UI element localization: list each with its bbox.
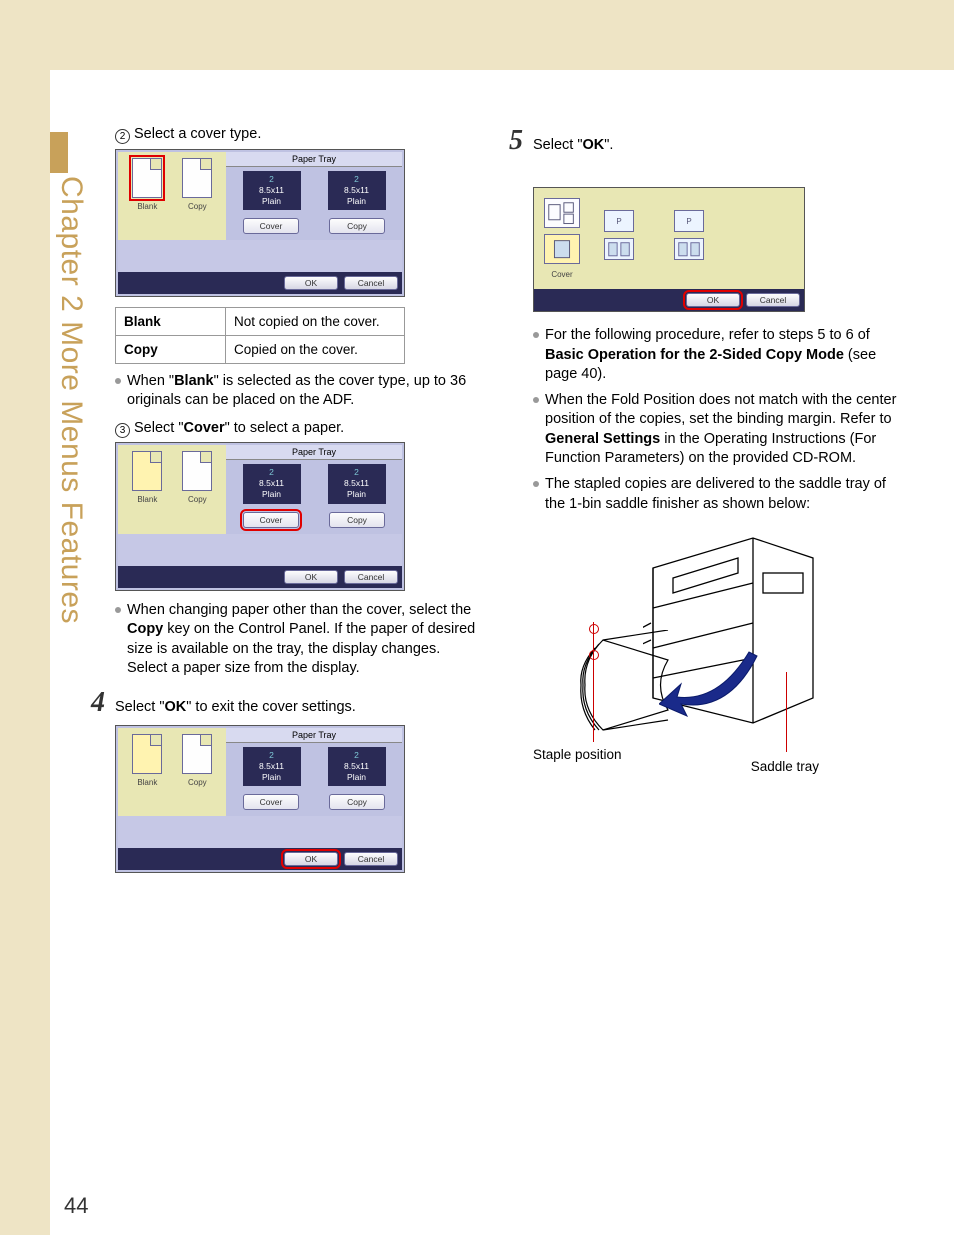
layout-option-2[interactable]: P	[674, 210, 704, 260]
table-row: CopyCopied on the cover.	[116, 335, 405, 363]
lcd-screenshot-cover-type: Blank Copy Paper Tray 28.5x11Plain 28.5x…	[115, 149, 405, 297]
page: Chapter 2 More Menus Features 2 Select a …	[50, 70, 954, 1235]
step-5: 5 Select "OK".	[533, 125, 905, 157]
cover-selected[interactable]	[544, 234, 580, 264]
content-columns: 2 Select a cover type. Blank Copy	[115, 125, 905, 883]
staple-callout-line	[593, 622, 594, 742]
tray-1[interactable]: 28.5x11Plain	[243, 171, 301, 210]
bullet-icon	[533, 332, 539, 338]
step-number-5: 5	[499, 125, 523, 157]
tray-1[interactable]: 28.5x11Plain	[243, 464, 301, 503]
blank-option[interactable]	[132, 734, 162, 774]
copy-label: Copy	[188, 202, 207, 211]
cell-copy: Copy	[116, 335, 226, 363]
ok-button[interactable]: OK	[686, 293, 740, 307]
ok-button[interactable]: OK	[284, 276, 338, 290]
cover-mode-button[interactable]: Cover	[243, 512, 299, 528]
table-row: BlankNot copied on the cover.	[116, 307, 405, 335]
paper-tray-title: Paper Tray	[226, 728, 402, 743]
step-number-4: 4	[81, 687, 105, 719]
tray-2[interactable]: 28.5x11Plain	[328, 171, 386, 210]
copy-label: Copy	[188, 778, 207, 787]
note-stapled-copies: The stapled copies are delivered to the …	[533, 475, 905, 514]
chapter-title: Chapter 2 More Menus Features	[54, 176, 88, 624]
saddle-callout-line	[786, 672, 787, 752]
circled-3: 3	[115, 423, 130, 438]
right-column: 5 Select "OK". Cover	[533, 125, 905, 883]
staple-position-label: Staple position	[533, 747, 622, 762]
cell-copy-desc: Copied on the cover.	[226, 335, 405, 363]
note-refer-steps: For the following procedure, refer to st…	[533, 326, 905, 385]
bullet-icon	[533, 481, 539, 487]
layout-option-1[interactable]: P	[604, 210, 634, 260]
copy-option[interactable]	[182, 158, 212, 198]
lcd-screenshot-select-cover: Blank Copy Paper Tray 28.5x11Plain 28.5x…	[115, 442, 405, 590]
cancel-button[interactable]: Cancel	[344, 276, 398, 290]
blank-label: Blank	[137, 495, 157, 504]
copy-option[interactable]	[182, 451, 212, 491]
cover-type-table: BlankNot copied on the cover. CopyCopied…	[115, 307, 405, 364]
blank-option[interactable]	[132, 158, 162, 198]
copy-mode-button[interactable]: Copy	[329, 794, 385, 810]
side-accent	[50, 132, 68, 173]
saddle-tray-label: Saddle tray	[751, 759, 819, 774]
note-blank-36: When "Blank" is selected as the cover ty…	[115, 372, 487, 411]
page-number: 44	[64, 1193, 88, 1219]
delivery-arrow-icon	[659, 642, 759, 722]
cancel-button[interactable]: Cancel	[344, 852, 398, 866]
paper-tray-title: Paper Tray	[226, 445, 402, 460]
cover-mode-button[interactable]: Cover	[243, 218, 299, 234]
note-fold-position: When the Fold Position does not match wi…	[533, 391, 905, 469]
copy-mode-button[interactable]: Copy	[329, 512, 385, 528]
substep-3: 3Select "Cover" to select a paper.	[115, 419, 487, 439]
cancel-button[interactable]: Cancel	[746, 293, 800, 307]
copy-label: Copy	[188, 495, 207, 504]
tray-2[interactable]: 28.5x11Plain	[328, 464, 386, 503]
step-4: 4 Select "OK" to exit the cover settings…	[115, 687, 487, 719]
saddle-finisher-illustration: Staple position Saddle tray	[533, 522, 843, 782]
paper-tray-title: Paper Tray	[226, 152, 402, 167]
copy-mode-button[interactable]: Copy	[329, 218, 385, 234]
ok-button[interactable]: OK	[284, 570, 338, 584]
cover-label: Cover	[544, 270, 580, 279]
bullet-icon	[115, 607, 121, 613]
blank-option[interactable]	[132, 451, 162, 491]
left-column: 2 Select a cover type. Blank Copy	[115, 125, 487, 883]
ok-button[interactable]: OK	[284, 852, 338, 866]
copy-option[interactable]	[182, 734, 212, 774]
blank-label: Blank	[137, 202, 157, 211]
orig-mode-icon[interactable]	[544, 198, 580, 228]
blank-label: Blank	[137, 778, 157, 787]
cell-blank-desc: Not copied on the cover.	[226, 307, 405, 335]
substep-2: 2 Select a cover type.	[115, 125, 487, 145]
note-change-paper: When changing paper other than the cover…	[115, 601, 487, 679]
circled-2: 2	[115, 129, 130, 144]
lcd-screenshot-step5: Cover P P OK Cancel	[533, 187, 805, 312]
cell-blank: Blank	[116, 307, 226, 335]
tray-2[interactable]: 28.5x11Plain	[328, 747, 386, 786]
cancel-button[interactable]: Cancel	[344, 570, 398, 584]
bullet-icon	[533, 397, 539, 403]
cover-mode-button[interactable]: Cover	[243, 794, 299, 810]
lcd-screenshot-ok-exit: Blank Copy Paper Tray 28.5x11Plain 28.5x…	[115, 725, 405, 873]
bullet-icon	[115, 378, 121, 384]
substep-2-text: Select a cover type.	[134, 126, 261, 142]
tray-1[interactable]: 28.5x11Plain	[243, 747, 301, 786]
